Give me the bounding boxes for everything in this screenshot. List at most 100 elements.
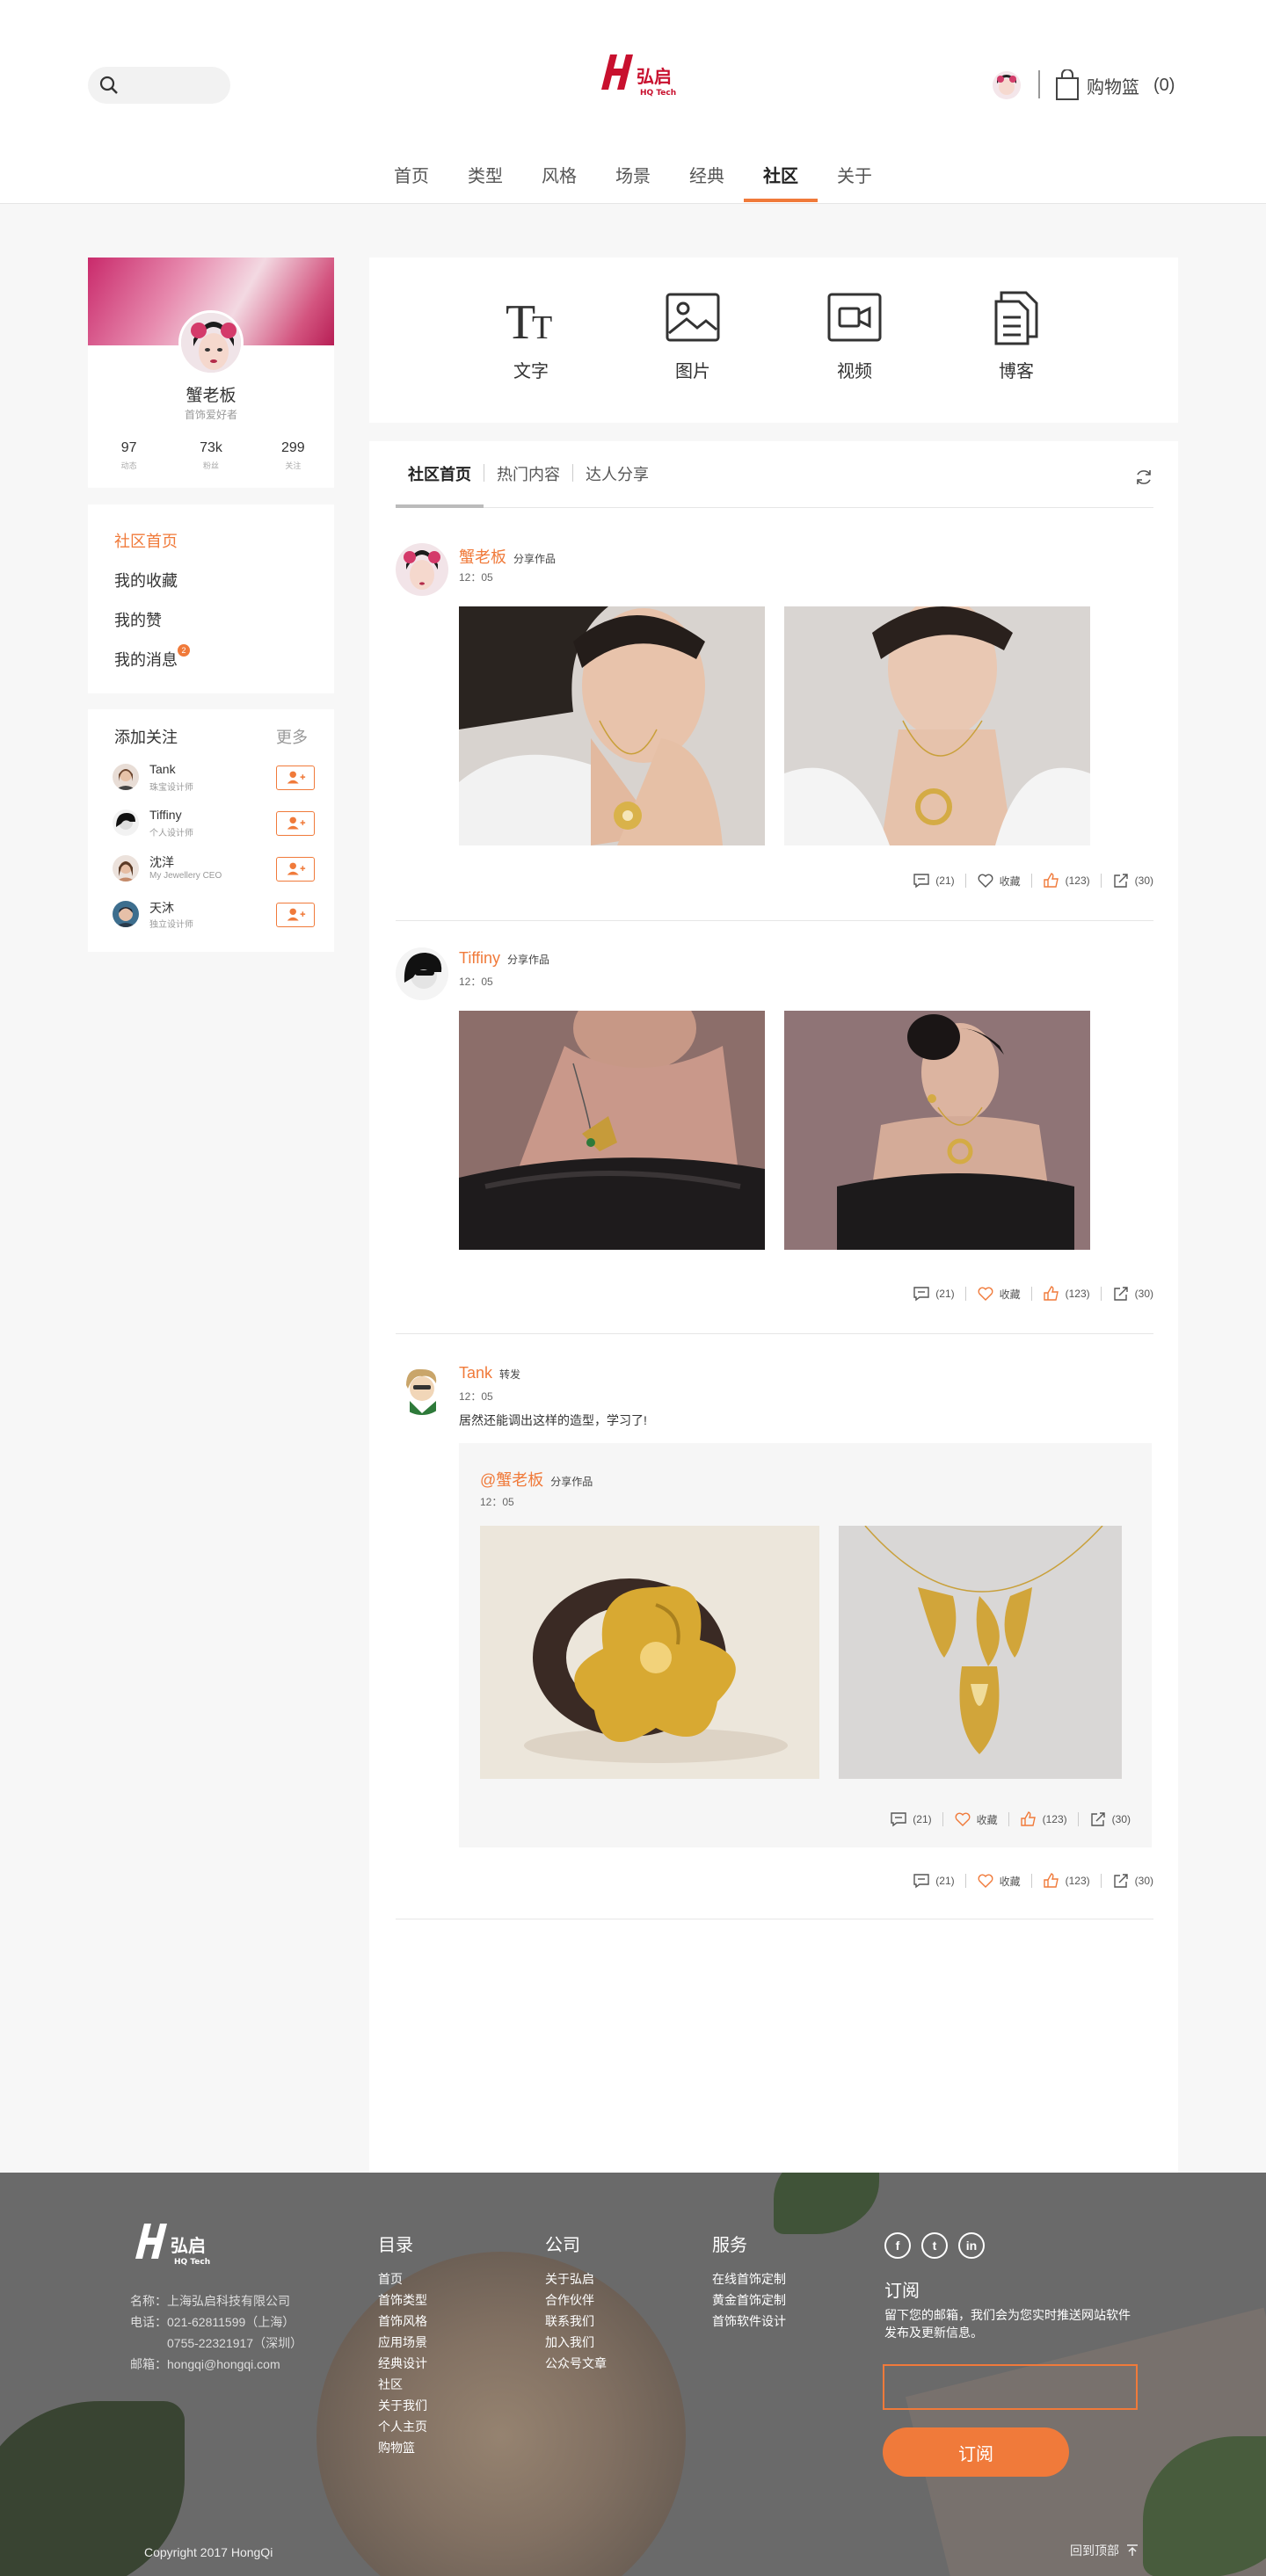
post-type-blog[interactable]: 博客 — [935, 289, 1097, 423]
avatar[interactable] — [113, 809, 139, 836]
avatar[interactable] — [113, 764, 139, 790]
share-button[interactable]: (30) — [1102, 1287, 1153, 1301]
share-button[interactable]: (30) — [1079, 1812, 1131, 1826]
author-name[interactable]: @蟹老板 — [480, 1471, 543, 1489]
avatar[interactable] — [396, 947, 448, 1000]
like-button[interactable]: (123) — [1032, 1873, 1102, 1888]
favorite-button[interactable]: 收藏 — [966, 1874, 1032, 1888]
follow-button[interactable] — [276, 857, 315, 882]
nav-style[interactable]: 风格 — [522, 162, 596, 204]
nav-classic[interactable]: 经典 — [670, 162, 744, 204]
cart-button[interactable]: 购物篮 (0) — [1055, 69, 1175, 102]
author-name[interactable]: Tank — [459, 1364, 492, 1382]
tab-community-home[interactable]: 社区首页 — [396, 462, 484, 508]
sidebar-item-messages[interactable]: 我的消息 2 — [88, 644, 334, 687]
footer-link[interactable]: 加入我们 — [545, 2332, 607, 2353]
share-button[interactable]: (30) — [1102, 874, 1153, 888]
follow-button[interactable] — [276, 903, 315, 927]
post-image[interactable] — [784, 606, 1090, 845]
nav-scene[interactable]: 场景 — [596, 162, 670, 204]
post-author[interactable]: 蟹老板 分享作品 — [459, 545, 556, 568]
post-type-video[interactable]: 视频 — [774, 289, 935, 423]
share-button[interactable]: (30) — [1102, 1874, 1153, 1888]
stat-posts[interactable]: 97 动态 — [88, 440, 170, 471]
follow-name[interactable]: 沈洋 — [149, 853, 174, 871]
sidebar-item-community-home[interactable]: 社区首页 — [88, 529, 334, 569]
footer-link[interactable]: 购物篮 — [378, 2437, 427, 2458]
footer-logo[interactable]: 弘启 HQ Tech — [130, 2220, 218, 2269]
footer-link[interactable]: 个人主页 — [378, 2416, 427, 2437]
post-image[interactable] — [459, 606, 765, 845]
follow-more-link[interactable]: 更多 — [276, 725, 308, 748]
sidebar-item-favorites[interactable]: 我的收藏 — [88, 569, 334, 608]
post-image[interactable] — [784, 1011, 1090, 1250]
author-name[interactable]: Tiffiny — [459, 949, 500, 967]
footer-link[interactable]: 公众号文章 — [545, 2353, 607, 2374]
footer-link[interactable]: 社区 — [378, 2374, 427, 2395]
avatar[interactable] — [113, 855, 139, 882]
subscribe-button[interactable]: 订阅 — [883, 2427, 1069, 2477]
footer-link[interactable]: 黄金首饰定制 — [712, 2289, 786, 2311]
like-button[interactable]: (123) — [1032, 1286, 1102, 1301]
post-image[interactable] — [480, 1526, 819, 1779]
footer-link[interactable]: 关于弘启 — [545, 2268, 607, 2289]
avatar[interactable] — [396, 543, 448, 596]
author-name[interactable]: 蟹老板 — [459, 548, 506, 566]
footer-link[interactable]: 首饰风格 — [378, 2311, 427, 2332]
post-image[interactable] — [459, 1011, 765, 1250]
search-box[interactable] — [88, 67, 230, 104]
stat-followers[interactable]: 73k 粉丝 — [170, 440, 251, 471]
comment-button[interactable]: (21) — [902, 1874, 966, 1889]
tab-experts[interactable]: 达人分享 — [573, 462, 661, 506]
facebook-icon[interactable]: f — [884, 2232, 911, 2259]
footer-link[interactable]: 关于我们 — [378, 2395, 427, 2416]
post-author[interactable]: Tank 转发 — [459, 1364, 520, 1382]
linkedin-icon[interactable]: in — [958, 2232, 985, 2259]
footer-link[interactable]: 联系我们 — [545, 2311, 607, 2332]
brand-logo[interactable]: 弘启 HQ Tech — [596, 51, 684, 100]
post-type-image[interactable]: 图片 — [612, 289, 774, 423]
stat-following[interactable]: 299 关注 — [252, 440, 334, 471]
back-to-top-link[interactable]: 回到顶部 — [1070, 2542, 1139, 2559]
footer-link[interactable]: 首饰类型 — [378, 2289, 427, 2311]
avatar[interactable] — [113, 901, 139, 927]
comment-button[interactable]: (21) — [902, 874, 966, 889]
user-avatar[interactable] — [993, 71, 1021, 99]
post-type-text[interactable]: TT 文字 — [450, 289, 612, 423]
footer-link[interactable]: 在线首饰定制 — [712, 2268, 786, 2289]
follow-name[interactable]: Tank — [149, 762, 176, 776]
sidebar-item-likes[interactable]: 我的赞 — [88, 608, 334, 648]
nav-home[interactable]: 首页 — [375, 162, 448, 204]
follow-name[interactable]: Tiffiny — [149, 808, 182, 822]
footer-link[interactable]: 首饰软件设计 — [712, 2311, 786, 2332]
profile-avatar[interactable] — [178, 310, 244, 375]
favorite-button[interactable]: 收藏 — [966, 874, 1032, 888]
subscribe-email-input[interactable] — [883, 2364, 1138, 2410]
company-email[interactable]: 邮箱：hongqi@hongqi.com — [130, 2354, 302, 2375]
post-image[interactable] — [839, 1526, 1122, 1779]
footer-link[interactable]: 应用场景 — [378, 2332, 427, 2353]
footer-link[interactable]: 首页 — [378, 2268, 427, 2289]
favorite-button[interactable]: 收藏 — [966, 1287, 1032, 1301]
reposted-content[interactable]: @蟹老板 分享作品 12：05 (21) 收藏 (123) (30) — [459, 1443, 1152, 1847]
twitter-icon[interactable]: t — [921, 2232, 948, 2259]
search-icon[interactable] — [98, 75, 120, 96]
follow-name[interactable]: 天沐 — [149, 899, 174, 917]
footer-link[interactable]: 经典设计 — [378, 2353, 427, 2374]
like-button[interactable]: (123) — [1009, 1811, 1079, 1826]
tab-hot[interactable]: 热门内容 — [484, 462, 572, 506]
repost-author[interactable]: @蟹老板 分享作品 — [480, 1468, 593, 1491]
nav-type[interactable]: 类型 — [448, 162, 522, 204]
like-button[interactable]: (123) — [1032, 873, 1102, 888]
follow-button[interactable] — [276, 766, 315, 790]
post-author[interactable]: Tiffiny 分享作品 — [459, 949, 549, 968]
favorite-button[interactable]: 收藏 — [943, 1812, 1009, 1826]
avatar[interactable] — [396, 1362, 448, 1415]
comment-button[interactable]: (21) — [879, 1812, 943, 1827]
refresh-icon[interactable] — [1134, 468, 1153, 487]
follow-button[interactable] — [276, 811, 315, 836]
footer-link[interactable]: 合作伙伴 — [545, 2289, 607, 2311]
nav-about[interactable]: 关于 — [818, 162, 891, 204]
comment-button[interactable]: (21) — [902, 1287, 966, 1302]
nav-community[interactable]: 社区 — [744, 162, 818, 204]
